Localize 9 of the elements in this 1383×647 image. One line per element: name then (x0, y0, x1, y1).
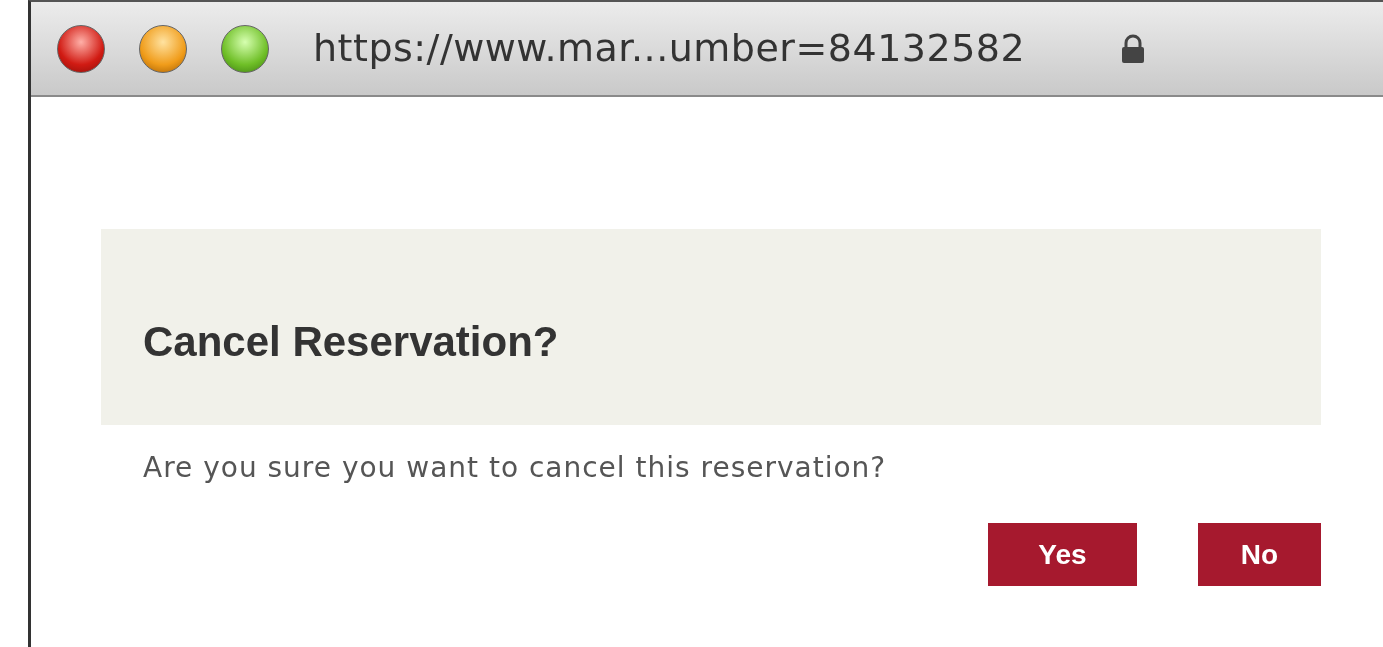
close-icon[interactable] (57, 24, 105, 73)
no-button[interactable]: No (1198, 523, 1321, 586)
zoom-icon[interactable] (221, 24, 269, 73)
dialog-message: Are you sure you want to cancel this reservation? (143, 450, 888, 486)
yes-button[interactable]: Yes (988, 523, 1137, 586)
url-text: https://www.mar...umber=84132582 (313, 25, 1026, 72)
dialog-title: Cancel Reservation? (143, 316, 559, 367)
lock-icon (1120, 33, 1147, 64)
minimize-icon[interactable] (139, 24, 187, 73)
